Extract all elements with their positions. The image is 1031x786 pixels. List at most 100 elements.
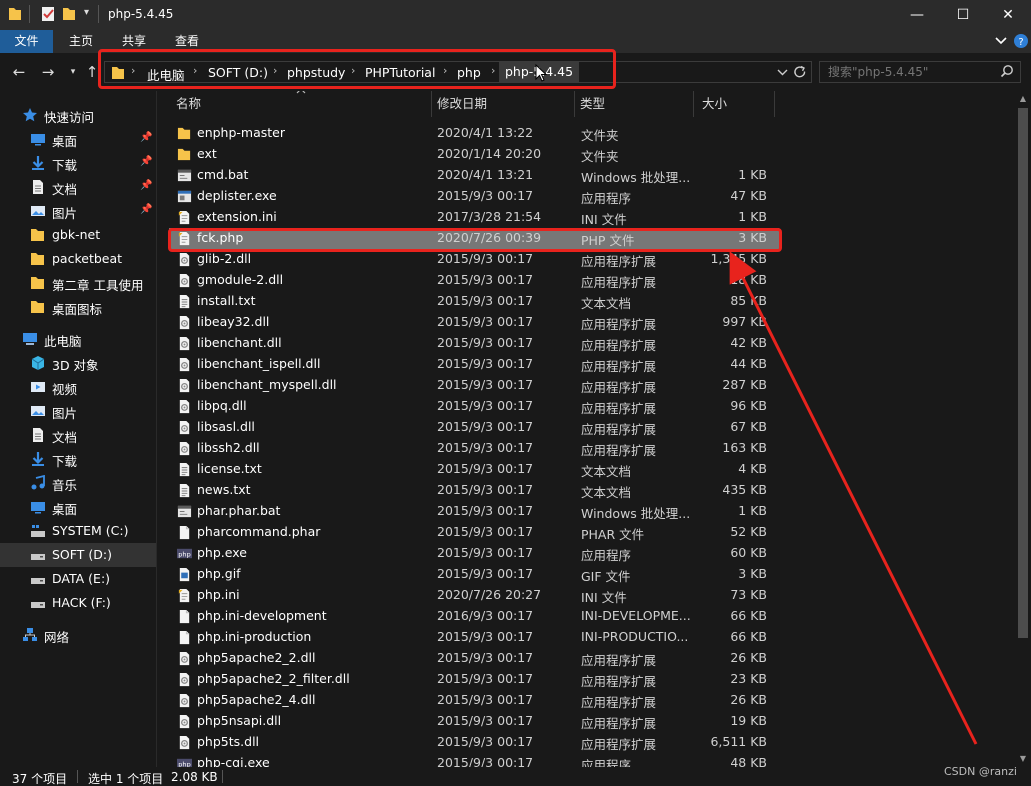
file-row[interactable]: libenchant_ispell.dll 2015/9/3 00:17 应用程序扩… bbox=[169, 354, 779, 375]
file-row[interactable]: libssh2.dll 2015/9/3 00:17 应用程序扩展 163 KB bbox=[169, 438, 779, 459]
file-row[interactable]: ext 2020/1/14 20:20 文件夹 bbox=[169, 144, 779, 165]
sidebar-item-[interactable]: 网络 bbox=[0, 623, 156, 647]
arrow-left-icon[interactable]: ← bbox=[8, 61, 30, 83]
file-row[interactable]: phar.phar.bat 2015/9/3 00:17 Windows 批处理..… bbox=[169, 501, 779, 522]
breadcrumb-soft-drive[interactable]: SOFT (D:) bbox=[208, 65, 268, 80]
breadcrumb-separator[interactable]: › bbox=[193, 64, 197, 77]
breadcrumb-separator[interactable]: › bbox=[131, 64, 135, 77]
column-separator[interactable] bbox=[693, 91, 694, 117]
scroll-up-icon[interactable]: ▲ bbox=[1015, 92, 1031, 106]
file-row[interactable]: deplister.exe 2015/9/3 00:17 应用程序 47 KB bbox=[169, 186, 779, 207]
file-row[interactable]: glib-2.dll 2015/9/3 00:17 应用程序扩展 1,345 KB bbox=[169, 249, 779, 270]
sidebar-item-[interactable]: 桌面图标 bbox=[0, 295, 156, 319]
sidebar-item-gbk-net[interactable]: gbk-net bbox=[0, 223, 156, 247]
sidebar-item-[interactable]: 下载 bbox=[0, 447, 156, 471]
file-row[interactable]: libpq.dll 2015/9/3 00:17 应用程序扩展 96 KB bbox=[169, 396, 779, 417]
sidebar-item-[interactable]: 桌面 bbox=[0, 495, 156, 519]
file-row[interactable]: extension.ini 2017/3/28 21:54 INI 文件 1 KB bbox=[169, 207, 779, 228]
pin-icon[interactable]: 📌 bbox=[140, 204, 152, 215]
tab-file[interactable]: 文件 bbox=[0, 30, 53, 53]
breadcrumb-this-pc[interactable]: 此电脑 bbox=[147, 65, 185, 84]
chevron-down-icon[interactable] bbox=[995, 36, 1007, 46]
file-row[interactable]: gmodule-2.dll 2015/9/3 00:17 应用程序扩展 18 KB bbox=[169, 270, 779, 291]
file-row[interactable]: cmd.bat 2020/4/1 13:21 Windows 批处理... 1 KB bbox=[169, 165, 779, 186]
column-separator[interactable] bbox=[774, 91, 775, 117]
tab-home[interactable]: 主页 bbox=[57, 30, 105, 53]
sidebar-item-[interactable]: 文档 📌 bbox=[0, 175, 156, 199]
sidebar-item-data-e[interactable]: DATA (E:) bbox=[0, 567, 156, 591]
sidebar-item-hack-f[interactable]: HACK (F:) bbox=[0, 591, 156, 615]
search-icon[interactable] bbox=[1000, 64, 1014, 78]
file-row[interactable]: license.txt 2015/9/3 00:17 文本文档 4 KB bbox=[169, 459, 779, 480]
file-row[interactable]: php.ini 2020/7/26 20:27 INI 文件 73 KB bbox=[169, 585, 779, 606]
tab-view[interactable]: 查看 bbox=[163, 30, 211, 53]
file-row[interactable]: php5apache2_2.dll 2015/9/3 00:17 应用程序扩展 26 … bbox=[169, 648, 779, 669]
sidebar-item-[interactable]: 桌面 📌 bbox=[0, 127, 156, 151]
sidebar-item-[interactable]: 视频 bbox=[0, 375, 156, 399]
file-row[interactable]: php.gif 2015/9/3 00:17 GIF 文件 3 KB bbox=[169, 564, 779, 585]
chevron-down-icon[interactable] bbox=[777, 69, 788, 76]
column-header-size[interactable]: 大小 bbox=[702, 91, 727, 117]
file-row[interactable]: php5apache2_4.dll 2015/9/3 00:17 应用程序扩展 26 … bbox=[169, 690, 779, 711]
sidebar-item-[interactable]: 文档 bbox=[0, 423, 156, 447]
help-icon[interactable]: ? bbox=[1013, 33, 1029, 49]
scrollbar-thumb[interactable] bbox=[1018, 108, 1028, 638]
breadcrumb-separator[interactable]: › bbox=[351, 64, 355, 77]
column-header-type[interactable]: 类型 bbox=[580, 91, 605, 117]
sidebar-item-[interactable]: 图片 bbox=[0, 399, 156, 423]
file-row[interactable]: enphp-master 2020/4/1 13:22 文件夹 bbox=[169, 123, 779, 144]
file-row[interactable]: php.ini-development 2016/9/3 00:17 INI-DEV… bbox=[169, 606, 779, 627]
file-row[interactable]: php php.exe 2015/9/3 00:17 应用程序 60 KB bbox=[169, 543, 779, 564]
file-row[interactable]: pharcommand.phar 2015/9/3 00:17 PHAR 文件 52 … bbox=[169, 522, 779, 543]
sidebar-item-[interactable]: 音乐 bbox=[0, 471, 156, 495]
column-header-name[interactable]: 名称 bbox=[176, 91, 201, 117]
sidebar-item-packetbeat[interactable]: packetbeat bbox=[0, 247, 156, 271]
breadcrumb-phpstudy[interactable]: phpstudy bbox=[287, 65, 345, 80]
tab-share[interactable]: 共享 bbox=[110, 30, 158, 53]
sidebar-item-soft-d[interactable]: SOFT (D:) bbox=[0, 543, 156, 567]
column-header-date[interactable]: 修改日期 bbox=[437, 91, 487, 117]
maximize-button[interactable]: ☐ bbox=[940, 0, 986, 30]
refresh-icon[interactable] bbox=[793, 65, 807, 79]
file-row[interactable]: php php-cgi.exe 2015/9/3 00:17 应用程序 48 KB bbox=[169, 753, 779, 767]
breadcrumb-separator[interactable]: › bbox=[491, 64, 495, 77]
file-row[interactable]: libsasl.dll 2015/9/3 00:17 应用程序扩展 67 KB bbox=[169, 417, 779, 438]
pin-icon[interactable]: 📌 bbox=[140, 180, 152, 191]
sidebar-item-3d[interactable]: 3D 对象 bbox=[0, 351, 156, 375]
file-row[interactable]: php.ini-production 2015/9/3 00:17 INI-PROD… bbox=[169, 627, 779, 648]
breadcrumb-php[interactable]: php bbox=[457, 65, 481, 80]
search-box[interactable] bbox=[819, 61, 1021, 83]
sidebar-item-[interactable]: 此电脑 bbox=[0, 327, 156, 351]
address-bar[interactable]: › 此电脑 › SOFT (D:) › phpstudy › PHPTutori… bbox=[104, 61, 812, 83]
minimize-button[interactable]: — bbox=[894, 0, 940, 30]
file-row[interactable]: libenchant.dll 2015/9/3 00:17 应用程序扩展 42 KB bbox=[169, 333, 779, 354]
pin-icon[interactable]: 📌 bbox=[140, 156, 152, 167]
file-row[interactable]: php5ts.dll 2015/9/3 00:17 应用程序扩展 6,511 KB bbox=[169, 732, 779, 753]
file-row[interactable]: install.txt 2015/9/3 00:17 文本文档 85 KB bbox=[169, 291, 779, 312]
file-row[interactable]: libenchant_myspell.dll 2015/9/3 00:17 应用程序… bbox=[169, 375, 779, 396]
pin-icon[interactable]: 📌 bbox=[140, 132, 152, 143]
customize-qat-icon[interactable]: ▾ bbox=[84, 7, 89, 18]
file-row[interactable]: php5nsapi.dll 2015/9/3 00:17 应用程序扩展 19 KB bbox=[169, 711, 779, 732]
sidebar-item-system-c[interactable]: SYSTEM (C:) bbox=[0, 519, 156, 543]
sidebar-item-[interactable]: 快速访问 bbox=[0, 103, 156, 127]
close-button[interactable]: ✕ bbox=[985, 0, 1031, 30]
breadcrumb-phptutorial[interactable]: PHPTutorial bbox=[365, 65, 435, 80]
sidebar-item-[interactable]: 第二章 工具使用 bbox=[0, 271, 156, 295]
breadcrumb-separator[interactable]: › bbox=[273, 64, 277, 77]
arrow-right-icon[interactable]: → bbox=[37, 61, 59, 83]
search-input[interactable] bbox=[828, 64, 993, 80]
column-separator[interactable] bbox=[431, 91, 432, 117]
properties-icon[interactable] bbox=[40, 6, 56, 22]
sidebar-item-[interactable]: 下载 📌 bbox=[0, 151, 156, 175]
breadcrumb-separator[interactable]: › bbox=[443, 64, 447, 77]
file-row[interactable]: fck.php 2020/7/26 00:39 PHP 文件 3 KB bbox=[169, 228, 779, 249]
file-row[interactable]: php5apache2_2_filter.dll 2015/9/3 00:17 应用… bbox=[169, 669, 779, 690]
arrow-up-icon[interactable]: ↑ bbox=[81, 61, 103, 83]
file-row[interactable]: libeay32.dll 2015/9/3 00:17 应用程序扩展 997 KB bbox=[169, 312, 779, 333]
new-folder-icon[interactable] bbox=[62, 6, 76, 22]
column-separator[interactable] bbox=[574, 91, 575, 117]
file-row[interactable]: news.txt 2015/9/3 00:17 文本文档 435 KB bbox=[169, 480, 779, 501]
sidebar-item-[interactable]: 图片 📌 bbox=[0, 199, 156, 223]
scroll-down-icon[interactable]: ▼ bbox=[1015, 752, 1031, 766]
